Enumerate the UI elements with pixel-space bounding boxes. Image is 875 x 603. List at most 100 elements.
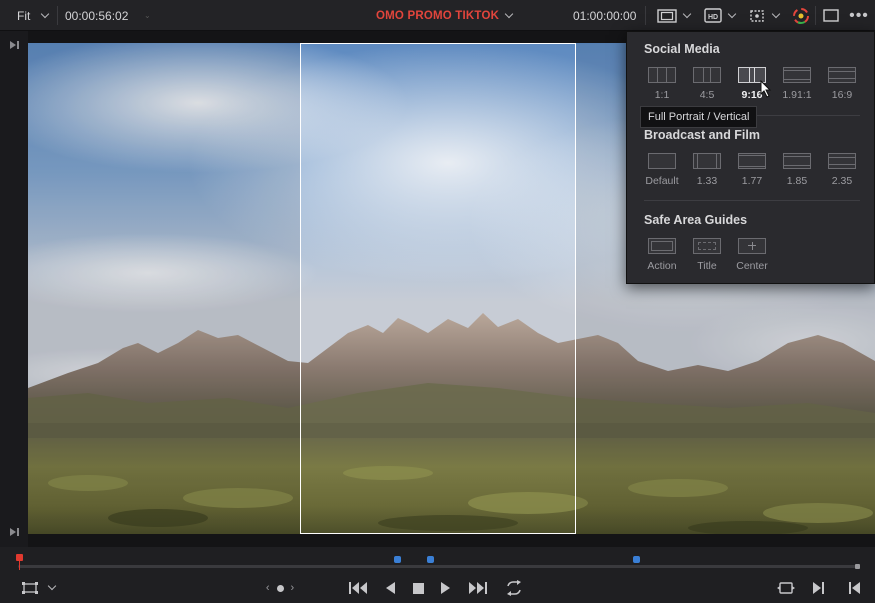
tooltip: Full Portrait / Vertical	[640, 106, 758, 128]
ratio-default-icon	[648, 153, 676, 169]
option-label: 1.85	[786, 175, 808, 187]
safe-area-dropdown[interactable]	[653, 4, 693, 27]
option-1-77[interactable]: 1.77	[732, 153, 772, 187]
option-default[interactable]: Default	[642, 153, 682, 187]
chevron-down-icon	[771, 9, 780, 18]
broadcast-film-title: Broadcast and Film	[644, 128, 760, 142]
option-label: Title	[697, 260, 717, 272]
previous-edit-button[interactable]	[845, 577, 863, 599]
viewer-window-button[interactable]	[821, 4, 841, 27]
option-1-1[interactable]: 1:1	[642, 67, 682, 101]
next-edit-icon	[813, 582, 824, 594]
ratio-2-35-icon	[828, 153, 856, 169]
chevron-down-icon	[682, 9, 691, 18]
option-title-safe[interactable]: Title	[687, 238, 727, 272]
chevron-down-icon	[727, 9, 736, 18]
zoom-label: Fit	[17, 8, 31, 23]
safe-area-icon	[656, 8, 677, 23]
option-4-5[interactable]: 4:5	[687, 67, 727, 101]
source-timecode-text: 00:00:56:02	[65, 8, 129, 23]
timeline-title: OMO PROMO TIKTOK	[376, 9, 500, 22]
match-frame-button[interactable]	[774, 577, 798, 599]
option-label: 16:9	[831, 89, 853, 101]
timecode-menu-icon[interactable]: ⌄	[144, 0, 151, 31]
option-center[interactable]: Center	[732, 238, 772, 272]
mark-in-edge-icon[interactable]	[9, 40, 21, 50]
source-timecode[interactable]: 00:00:56:02	[65, 0, 128, 31]
hd-output-dropdown[interactable]: HD	[700, 4, 738, 27]
social-media-title: Social Media	[644, 42, 720, 56]
option-label: Default	[645, 175, 679, 187]
output-view-dropdown[interactable]	[16, 577, 60, 599]
jog-control[interactable]: ‹ ›	[260, 577, 300, 599]
more-options-button[interactable]: •••	[849, 4, 869, 27]
mark-out-edge-icon[interactable]	[9, 527, 21, 537]
ratio-1-77-icon	[738, 153, 766, 169]
timeline-marker[interactable]	[427, 556, 434, 563]
color-button[interactable]	[790, 4, 812, 27]
option-1-85[interactable]: 1.85	[777, 153, 817, 187]
ratio-1-33-icon	[693, 153, 721, 169]
zoom-dropdown[interactable]: Fit	[17, 0, 50, 31]
timeline-title-dropdown[interactable]: OMO PROMO TIKTOK	[376, 0, 514, 31]
timeline-marker[interactable]	[394, 556, 401, 563]
divider	[815, 6, 816, 25]
divider	[645, 6, 646, 25]
title-safe-icon	[693, 238, 721, 254]
skip-to-end-icon[interactable]	[468, 581, 488, 595]
mouse-cursor-icon	[760, 80, 772, 98]
svg-text:HD: HD	[707, 14, 717, 21]
divider	[57, 6, 58, 25]
playback-controls	[348, 577, 524, 599]
jog-dot-icon	[276, 584, 284, 592]
center-guide-icon	[738, 238, 766, 254]
jog-right-icon: ›	[290, 582, 295, 594]
transform-dropdown[interactable]	[745, 4, 781, 27]
previous-edit-icon	[849, 582, 860, 594]
action-safe-icon	[648, 238, 676, 254]
aspect-ratio-guide-frame	[300, 43, 576, 534]
chevron-down-icon	[41, 9, 50, 18]
viewer-toolbar: Fit 00:00:56:02 ⌄ OMO PROMO TIKTOK 01:00…	[0, 0, 875, 31]
skip-to-start-icon[interactable]	[348, 581, 368, 595]
timeline-scrubber[interactable]	[14, 552, 862, 576]
viewer-left-strip	[0, 31, 28, 547]
scrubber-track[interactable]	[18, 565, 860, 568]
option-label: 2.35	[831, 175, 853, 187]
play-reverse-icon[interactable]	[384, 581, 396, 595]
loop-icon[interactable]	[504, 580, 524, 596]
option-2-35[interactable]: 2.35	[822, 153, 862, 187]
match-frame-icon	[777, 582, 795, 594]
option-16-9[interactable]: 16:9	[822, 67, 862, 101]
transform-icon	[749, 9, 764, 22]
option-1-91-1[interactable]: 1.91:1	[777, 67, 817, 101]
option-action-safe[interactable]: Action	[642, 238, 682, 272]
ratio-1-1-icon	[648, 67, 676, 83]
record-timecode-text: 01:00:00:00	[573, 8, 637, 23]
timeline-marker[interactable]	[633, 556, 640, 563]
playhead-line	[19, 560, 20, 570]
viewer-window-icon	[823, 9, 839, 22]
option-label: 1.91:1	[782, 89, 812, 101]
ratio-4-5-icon	[693, 67, 721, 83]
ratio-1-85-icon	[783, 153, 811, 169]
end-marker	[855, 564, 860, 569]
viewer-guides-panel: Social Media 1:1 4:5 9:16 1.91:1 16:9 Br…	[626, 31, 875, 284]
output-view-icon	[22, 582, 38, 594]
option-label: 4:5	[699, 89, 715, 101]
play-icon[interactable]	[440, 581, 452, 595]
ratio-16-9-icon	[828, 67, 856, 83]
color-icon	[793, 7, 809, 24]
jog-left-icon: ‹	[265, 582, 270, 594]
option-label: Action	[647, 260, 677, 272]
section-divider	[644, 200, 860, 201]
record-timecode[interactable]: 01:00:00:00	[573, 0, 636, 31]
option-label: 1.33	[696, 175, 718, 187]
transport-bar: ‹ ›	[0, 547, 875, 603]
ellipsis-icon: •••	[849, 6, 869, 24]
stop-icon[interactable]	[412, 582, 425, 595]
option-1-33[interactable]: 1.33	[687, 153, 727, 187]
next-edit-button[interactable]	[810, 577, 828, 599]
chevron-down-icon	[47, 581, 57, 591]
ratio-1-91-icon	[783, 67, 811, 83]
